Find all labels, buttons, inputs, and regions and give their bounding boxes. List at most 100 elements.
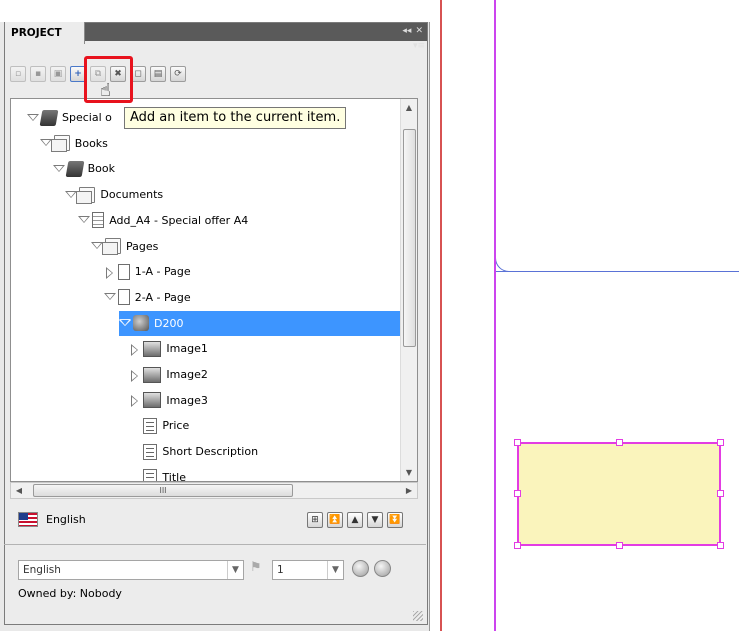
resize-handle-sw[interactable]: [514, 542, 521, 549]
expand-tree-button[interactable]: ⊞: [307, 512, 323, 528]
refresh-button[interactable]: ⟳: [170, 66, 186, 82]
move-bottom-button[interactable]: ⏬: [387, 512, 403, 528]
page-icon: [117, 289, 130, 306]
folder-icon: [102, 238, 121, 255]
save-all-icon: ▣: [53, 69, 63, 79]
tooltip: Add an item to the current item.: [124, 107, 347, 129]
tree-row[interactable]: Add_A4 - Special offer A4: [78, 208, 417, 233]
page-icon: [117, 263, 130, 280]
scroll-right-icon[interactable]: ▶: [401, 483, 417, 498]
refresh-icon: ⟳: [174, 69, 182, 79]
collapse-panel-icon[interactable]: ◂◂: [402, 26, 411, 36]
tree-row[interactable]: Image1: [129, 336, 417, 361]
tree-row-label: Image1: [166, 342, 208, 356]
expand-right-icon[interactable]: [129, 369, 139, 382]
tree-nav-buttons: ⊞ ⏫ ▲ ▼ ⏬: [307, 512, 403, 528]
text-icon: [143, 443, 158, 460]
divider: [4, 544, 426, 545]
tree-horizontal-scrollbar[interactable]: ◀ III ▶: [10, 482, 418, 499]
expand-right-icon[interactable]: [129, 395, 139, 408]
move-up-icon: ▲: [351, 515, 359, 525]
canvas-top-frame[interactable]: [495, 0, 739, 272]
tree-row-label: Books: [74, 136, 108, 150]
resize-handle-ne[interactable]: [717, 439, 724, 446]
save-item-button[interactable]: ▪: [30, 66, 46, 82]
scroll-down-icon[interactable]: ▼: [401, 464, 417, 481]
chevron-down-icon[interactable]: ▼: [227, 561, 243, 579]
tree-row-label: 2-A - Page: [134, 290, 191, 304]
tree-row[interactable]: Pages: [91, 234, 417, 259]
tree-row[interactable]: Documents: [65, 182, 417, 207]
doc-icon: [92, 212, 105, 229]
tree-vscroll-thumb[interactable]: [403, 129, 416, 347]
lock-icon[interactable]: [374, 560, 391, 577]
resize-grip-icon[interactable]: [413, 611, 423, 621]
text-icon: [143, 469, 158, 481]
tree-row-label: Title: [162, 470, 186, 482]
expand-down-icon[interactable]: [27, 113, 39, 123]
version-select[interactable]: 1 ▼: [272, 560, 344, 580]
expand-tree-icon: ⊞: [311, 515, 319, 525]
expand-down-icon[interactable]: [91, 241, 103, 251]
resize-handle-e[interactable]: [717, 490, 724, 497]
language-select[interactable]: English ▼: [18, 560, 244, 580]
resize-handle-se[interactable]: [717, 542, 724, 549]
resize-handle-s[interactable]: [616, 542, 623, 549]
tree-row[interactable]: Short Description: [129, 439, 417, 464]
scroll-up-icon[interactable]: ▲: [401, 99, 417, 116]
sync-icon[interactable]: [352, 560, 369, 577]
language-label: English: [46, 513, 86, 526]
version-select-value: 1: [277, 564, 284, 576]
text-icon: [143, 417, 158, 434]
tab-project[interactable]: PROJECT: [5, 22, 85, 44]
move-top-icon: ⏫: [329, 515, 341, 525]
chevron-down-icon[interactable]: ▼: [327, 561, 343, 579]
properties-button[interactable]: ▤: [150, 66, 166, 82]
tree-row[interactable]: 1-A - Page: [104, 259, 417, 284]
expand-down-icon[interactable]: [103, 292, 116, 302]
open-item-button[interactable]: ▫: [10, 66, 26, 82]
resize-handle-w[interactable]: [514, 490, 521, 497]
move-bottom-icon: ⏬: [389, 515, 401, 525]
move-top-button[interactable]: ⏫: [327, 512, 343, 528]
tree-row[interactable]: Title: [129, 465, 417, 482]
tree-row[interactable]: Image2: [129, 362, 417, 387]
tree-row[interactable]: 2-A - Page: [103, 285, 417, 310]
expand-right-icon[interactable]: [104, 266, 114, 279]
tree-row-label: Book: [87, 162, 115, 176]
image-icon: [143, 366, 162, 383]
expand-down-icon[interactable]: [78, 215, 91, 225]
save-all-button[interactable]: ▣: [50, 66, 66, 82]
tree-row[interactable]: Books: [39, 131, 417, 156]
flag-icon[interactable]: ⚑: [250, 560, 264, 578]
language-select-value: English: [23, 564, 61, 576]
tree-hscroll-thumb[interactable]: III: [33, 484, 293, 497]
tree-row[interactable]: Price: [129, 413, 417, 438]
tree-row-label: Documents: [100, 188, 164, 202]
selected-text-frame[interactable]: [514, 439, 724, 549]
scroll-left-icon[interactable]: ◀: [11, 483, 27, 498]
canvas-guide-line[interactable]: [494, 0, 496, 631]
tree-row-label: Image2: [166, 368, 208, 381]
expand-down-icon[interactable]: [52, 164, 65, 174]
move-down-button[interactable]: ▼: [367, 512, 383, 528]
tree-row-label: Price: [162, 419, 190, 433]
close-panel-icon[interactable]: ✕: [415, 26, 423, 36]
panel-menu-icon[interactable]: ▾≡: [413, 42, 425, 51]
resize-handle-nw[interactable]: [514, 439, 521, 446]
expand-down-icon[interactable]: [65, 190, 78, 200]
book-icon: [39, 109, 59, 126]
tree-vertical-scrollbar[interactable]: ▲ ▼: [400, 99, 417, 481]
expand-right-icon[interactable]: [129, 343, 139, 356]
project-tree[interactable]: Special o Books Book Documents Add_A4 - Spec…: [10, 98, 418, 482]
panel-titlebar: [0, 0, 430, 22]
resize-handle-n[interactable]: [616, 439, 623, 446]
expand-down-icon[interactable]: [119, 318, 131, 328]
move-up-button[interactable]: ▲: [347, 512, 363, 528]
tree-row[interactable]: Image3: [129, 388, 417, 413]
expand-down-icon[interactable]: [39, 138, 52, 148]
tree-row-selected[interactable]: D200: [119, 310, 401, 336]
tree-row[interactable]: Book: [52, 156, 417, 181]
